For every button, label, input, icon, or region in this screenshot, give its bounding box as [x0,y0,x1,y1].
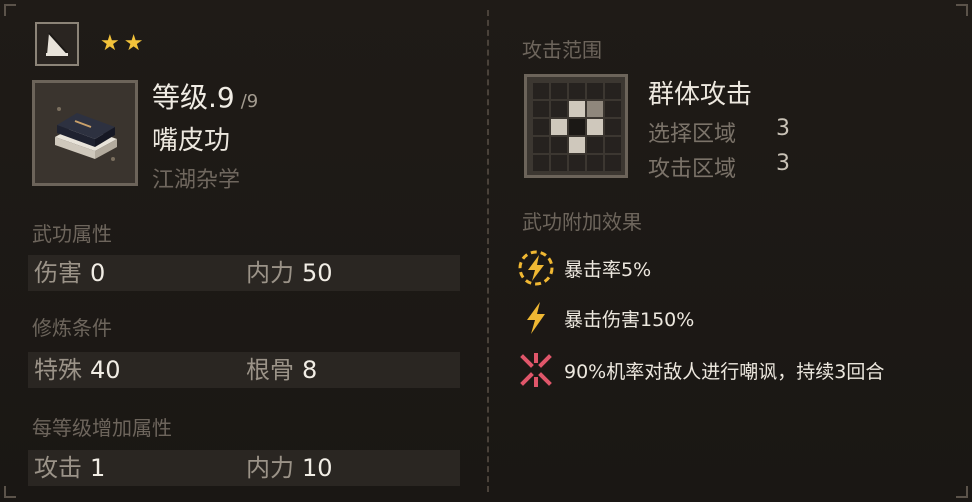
skill-icon-frame [32,80,138,186]
grid-cell [533,83,549,99]
range-title: 攻击范围 [522,38,602,62]
grid-cell [533,101,549,117]
attributes-row: 伤害 0 内力 50 [28,255,460,291]
skill-type-button[interactable] [35,22,79,66]
per-level-row: 攻击 1 内力 10 [28,450,460,486]
stat-inner-power: 内力 50 [246,259,333,287]
panel-corner [4,4,16,16]
grid-cell [605,83,621,99]
grid-cell [605,155,621,171]
range-grid [533,83,621,171]
panel-corner [956,486,968,498]
effect-item: 暴击率5% [516,248,651,288]
grid-cell [533,155,549,171]
grid-cell [587,137,603,153]
grid-cell-selected [587,101,603,117]
range-grid-frame [524,74,628,178]
lightning-circle-icon [516,248,556,288]
grid-cell-origin [569,119,585,135]
grid-cell-hit [551,119,567,135]
grid-cell [605,137,621,153]
grid-cell [605,119,621,135]
skill-detail-panel: ★★ 等级.9/9 嘴皮功 江湖杂学 武功属性 伤害 0 内力 50 修炼条件 特殊… [0,0,972,502]
book-icon [55,107,117,161]
grid-cell [551,101,567,117]
effect-text: 暴击率5% [564,258,652,281]
skill-name: 嘴皮功 [152,126,231,156]
effect-text: 暴击伤害150% [564,308,695,331]
taunt-cross-icon [516,350,556,390]
skill-level-max: /9 [240,91,259,112]
skill-category: 江湖杂学 [152,168,241,193]
grid-cell-hit [587,119,603,135]
requirements-row: 特殊 40 根骨 8 [28,352,460,388]
grid-cell [551,83,567,99]
effect-item: 90%机率对敌人进行嘲讽，持续3回合 [516,350,884,390]
lightning-icon [516,298,556,338]
grid-cell [569,83,585,99]
star-rating: ★★ [100,31,148,56]
panel-corner [4,486,16,498]
grid-cell [533,119,549,135]
req-bone: 根骨 8 [246,356,318,384]
effect-item: 暴击伤害150% [516,298,694,338]
grid-cell [569,155,585,171]
column-divider [487,10,489,492]
stat-damage: 伤害 0 [34,259,106,287]
attributes-title: 武功属性 [32,222,112,246]
attack-area-label: 攻击区域 [648,157,737,182]
panel-corner [956,4,968,16]
grid-cell [551,137,567,153]
skill-level: 等级.9/9 [152,81,259,114]
grid-cell [587,83,603,99]
req-special: 特殊 40 [34,356,121,384]
effects-title: 武功附加效果 [522,210,642,234]
grid-cell [533,137,549,153]
grid-cell-hit [569,101,585,117]
grid-cell [587,155,603,171]
grid-cell [551,155,567,171]
select-area-label: 选择区域 [648,122,737,147]
requirements-title: 修炼条件 [32,316,112,340]
per-level-title: 每等级增加属性 [32,416,172,440]
grid-cell [605,101,621,117]
per-level-attack: 攻击 1 [34,454,106,482]
effect-text: 90%机率对敌人进行嘲讽，持续3回合 [564,360,885,383]
per-level-inner-power: 内力 10 [246,454,333,482]
range-type: 群体攻击 [648,80,753,110]
grid-cell-hit [569,137,585,153]
fan-icon [46,32,68,56]
attack-area-value: 3 [776,151,790,176]
select-area-value: 3 [776,116,790,141]
